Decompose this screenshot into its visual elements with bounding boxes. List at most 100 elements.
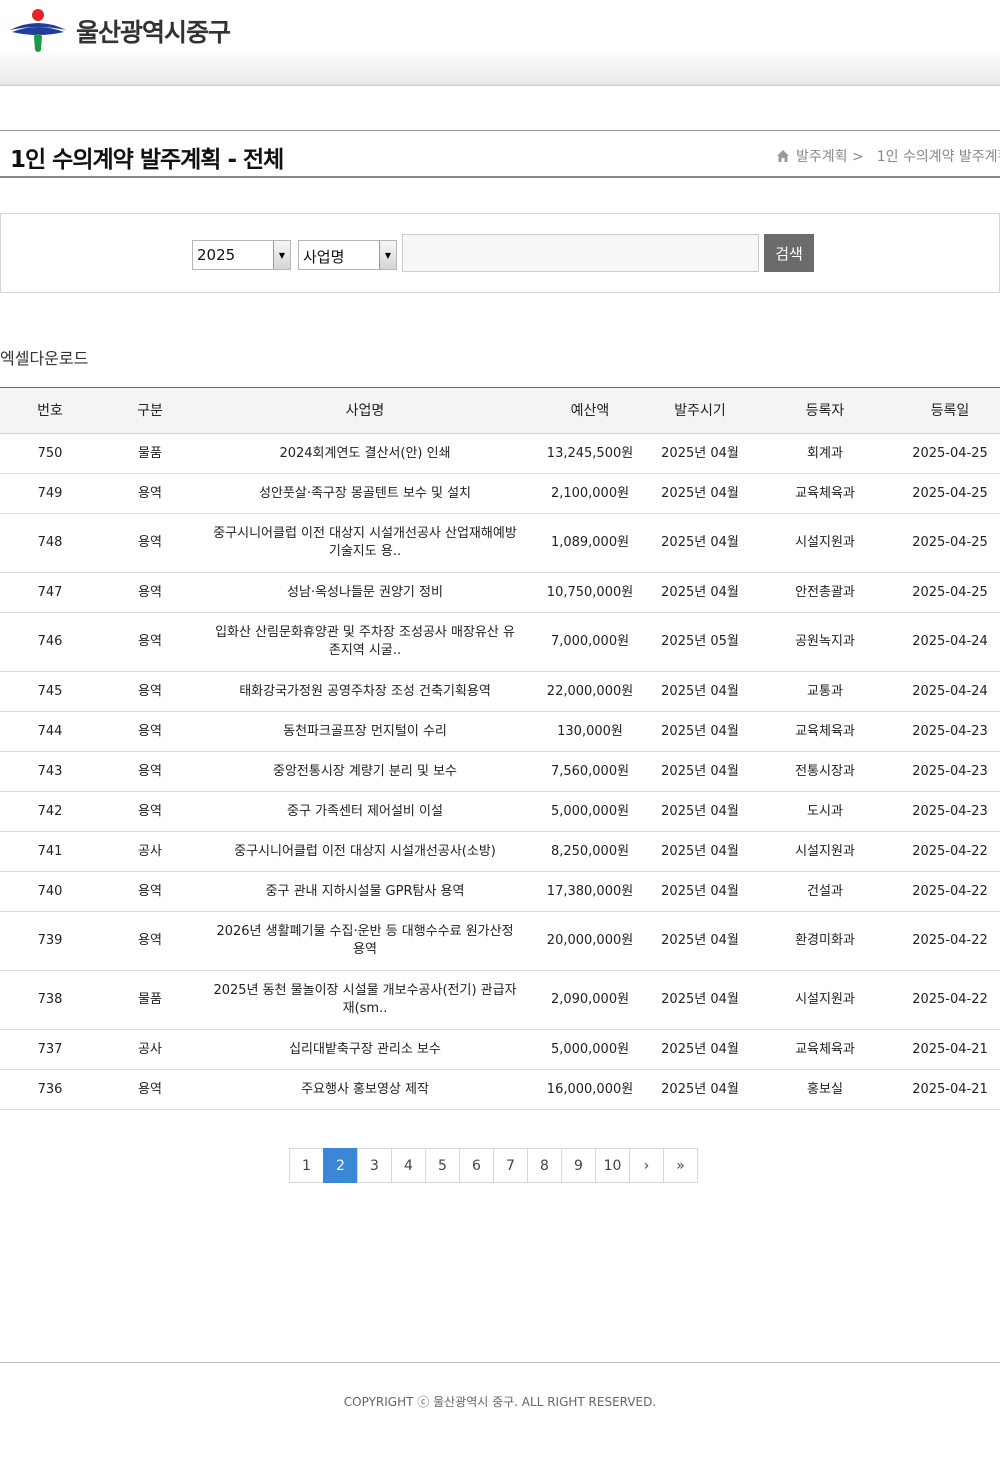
table-row[interactable]: 744 용역 동천파크골프장 먼지털이 수리 130,000원 2025년 04월 교육체… <box>0 712 1000 752</box>
header-category: 구분 <box>137 402 163 419</box>
home-icon[interactable] <box>776 149 790 163</box>
cell-registrant: 건설과 <box>807 883 843 899</box>
cell-budget: 7,000,000원 <box>550 634 630 649</box>
excel-download-link[interactable]: 엑셀다운로드 <box>0 345 88 369</box>
cell-number: 740 <box>37 883 63 899</box>
cell-order-period: 2025년 04월 <box>661 723 739 739</box>
table-row[interactable]: 747 용역 성남·옥성나들문 권양기 정비 10,750,000원 2025년 04월… <box>0 573 1000 613</box>
cell-number: 742 <box>37 803 63 819</box>
page-1-button[interactable]: 1 <box>289 1148 324 1183</box>
cell-registrant: 시설지원과 <box>795 992 855 1007</box>
cell-registrant: 환경미화과 <box>795 933 855 948</box>
cell-category: 용역 <box>138 723 162 739</box>
page-9-button[interactable]: 9 <box>561 1148 596 1183</box>
table-header: 번호 구분 사업명 예산액 발주시기 등록자 등록일 <box>0 388 1000 434</box>
cell-budget: 2,100,000원 <box>550 485 630 501</box>
cell-project-name[interactable]: 중구시니어클럽 이전 대상지 시설개선공사 산업재해예방기술지도 용.. <box>200 525 530 561</box>
cell-order-period: 2025년 05월 <box>661 634 739 649</box>
chevron-down-icon[interactable]: ▼ <box>379 241 396 269</box>
chevron-down-icon[interactable]: ▼ <box>273 241 290 269</box>
site-footer: COPYRIGHT ⓒ 울산광역시 중구. ALL RIGHT RESERVED… <box>0 1362 1000 1464</box>
page-3-button[interactable]: 3 <box>357 1148 392 1183</box>
cell-number: 748 <box>37 535 63 550</box>
cell-date: 2025-04-25 <box>912 445 988 461</box>
cell-project-name[interactable]: 태화강국가정원 공영주차장 조성 건축기획용역 <box>200 683 530 701</box>
cell-date: 2025-04-24 <box>912 683 988 699</box>
table-row[interactable]: 738 물품 2025년 동천 물놀이장 시설물 개보수공사(전기) 관급자재(sm… <box>0 971 1000 1030</box>
breadcrumb-item-order-plan[interactable]: 발주계획 > <box>796 146 864 166</box>
cell-budget: 130,000원 <box>557 723 623 739</box>
last-page-icon[interactable]: » <box>663 1148 698 1183</box>
cell-registrant: 교육체육과 <box>795 1041 855 1057</box>
table-row[interactable]: 748 용역 중구시니어클럽 이전 대상지 시설개선공사 산업재해예방기술지도 용.… <box>0 514 1000 573</box>
cell-project-name[interactable]: 중구 가족센터 제어설비 이설 <box>200 803 530 821</box>
cell-project-name[interactable]: 성안풋살·족구장 몽골텐트 보수 및 설치 <box>200 485 530 503</box>
page-5-button[interactable]: 5 <box>425 1148 460 1183</box>
header-budget: 예산액 <box>570 402 610 419</box>
table-row[interactable]: 749 용역 성안풋살·족구장 몽골텐트 보수 및 설치 2,100,000원 2025… <box>0 474 1000 514</box>
cell-category: 용역 <box>138 535 162 550</box>
cell-project-name[interactable]: 동천파크골프장 먼지털이 수리 <box>200 723 530 741</box>
cell-category: 용역 <box>138 1081 162 1097</box>
table-row[interactable]: 745 용역 태화강국가정원 공영주차장 조성 건축기획용역 22,000,000원 2… <box>0 672 1000 712</box>
table-row[interactable]: 741 공사 중구시니어클럽 이전 대상지 시설개선공사(소방) 8,250,000원… <box>0 832 1000 872</box>
cell-date: 2025-04-21 <box>912 1041 988 1057</box>
cell-registrant: 시설지원과 <box>795 535 855 550</box>
cell-registrant: 교육체육과 <box>795 485 855 501</box>
cell-project-name[interactable]: 십리대밭축구장 관리소 보수 <box>200 1041 530 1059</box>
page-10-button[interactable]: 10 <box>595 1148 630 1183</box>
site-logo[interactable]: 울산광역시중구 <box>10 8 250 54</box>
table-body: 750 물품 2024회계연도 결산서(안) 인쇄 13,245,500원 2025년 … <box>0 434 1000 1110</box>
cell-date: 2025-04-25 <box>912 485 988 501</box>
table-row[interactable]: 736 용역 주요행사 홍보영상 제작 16,000,000원 2025년 04월 홍보실… <box>0 1070 1000 1110</box>
table-row[interactable]: 743 용역 중앙전통시장 계량기 분리 및 보수 7,560,000원 2025년 0… <box>0 752 1000 792</box>
cell-order-period: 2025년 04월 <box>661 1081 739 1097</box>
pagination: 1 2 3 4 5 6 7 8 9 10 ›» <box>289 1148 698 1183</box>
cell-date: 2025-04-22 <box>912 933 988 948</box>
page-2-button[interactable]: 2 <box>323 1148 358 1183</box>
cell-number: 736 <box>37 1081 63 1097</box>
cell-date: 2025-04-22 <box>912 883 988 899</box>
cell-registrant: 회계과 <box>807 445 843 461</box>
year-select[interactable]: 2025 ▼ <box>192 240 291 270</box>
cell-registrant: 홍보실 <box>807 1081 843 1097</box>
cell-category: 용역 <box>138 634 162 649</box>
cell-budget: 5,000,000원 <box>550 803 630 819</box>
page-7-button[interactable]: 7 <box>493 1148 528 1183</box>
next-page-icon[interactable]: › <box>629 1148 664 1183</box>
cell-project-name[interactable]: 중구시니어클럽 이전 대상지 시설개선공사(소방) <box>200 843 530 861</box>
cell-project-name[interactable]: 입화산 산림문화휴양관 및 주차장 조성공사 매장유산 유존지역 시굴.. <box>200 624 530 660</box>
cell-category: 공사 <box>138 843 162 859</box>
cell-project-name[interactable]: 2025년 동천 물놀이장 시설물 개보수공사(전기) 관급자재(sm.. <box>200 982 530 1018</box>
cell-budget: 16,000,000원 <box>546 1081 634 1097</box>
page-4-button[interactable]: 4 <box>391 1148 426 1183</box>
table-row[interactable]: 737 공사 십리대밭축구장 관리소 보수 5,000,000원 2025년 04월 교육… <box>0 1030 1000 1070</box>
table-row[interactable]: 746 용역 입화산 산림문화휴양관 및 주차장 조성공사 매장유산 유존지역 시굴… <box>0 613 1000 672</box>
page-title: 1인 수의계약 발주계획 - 전체 <box>10 147 284 173</box>
page-6-button[interactable]: 6 <box>459 1148 494 1183</box>
cell-project-name[interactable]: 중구 관내 지하시설물 GPR탐사 용역 <box>200 883 530 901</box>
table-row[interactable]: 742 용역 중구 가족센터 제어설비 이설 5,000,000원 2025년 04월 도… <box>0 792 1000 832</box>
search-input[interactable] <box>402 234 759 272</box>
cell-project-name[interactable]: 주요행사 홍보영상 제작 <box>200 1081 530 1099</box>
cell-project-name[interactable]: 2026년 생활폐기물 수집·운반 등 대행수수료 원가산정 용역 <box>200 923 530 959</box>
cell-project-name[interactable]: 중앙전통시장 계량기 분리 및 보수 <box>200 763 530 781</box>
order-plan-table: 번호 구분 사업명 예산액 발주시기 등록자 등록일 750 물품 2024회계연도… <box>0 387 1000 1110</box>
cell-budget: 17,380,000원 <box>546 883 634 899</box>
cell-date: 2025-04-24 <box>912 634 988 649</box>
cell-registrant: 교통과 <box>807 683 843 699</box>
page-8-button[interactable]: 8 <box>527 1148 562 1183</box>
cell-number: 746 <box>37 634 63 649</box>
cell-order-period: 2025년 04월 <box>661 883 739 899</box>
breadcrumb-item-current[interactable]: 1인 수의계약 발주계획 <box>877 146 1000 166</box>
table-row[interactable]: 740 용역 중구 관내 지하시설물 GPR탐사 용역 17,380,000원 2025… <box>0 872 1000 912</box>
table-row[interactable]: 739 용역 2026년 생활폐기물 수집·운반 등 대행수수료 원가산정 용역 20… <box>0 912 1000 971</box>
search-field-select[interactable]: 사업명 ▼ <box>298 240 397 270</box>
search-button[interactable]: 검색 <box>764 234 814 272</box>
cell-project-name[interactable]: 2024회계연도 결산서(안) 인쇄 <box>200 445 530 463</box>
cell-number: 743 <box>37 763 63 779</box>
cell-budget: 1,089,000원 <box>550 535 630 550</box>
cell-project-name[interactable]: 성남·옥성나들문 권양기 정비 <box>200 584 530 602</box>
table-row[interactable]: 750 물품 2024회계연도 결산서(안) 인쇄 13,245,500원 2025년 … <box>0 434 1000 474</box>
cell-category: 용역 <box>138 803 162 819</box>
